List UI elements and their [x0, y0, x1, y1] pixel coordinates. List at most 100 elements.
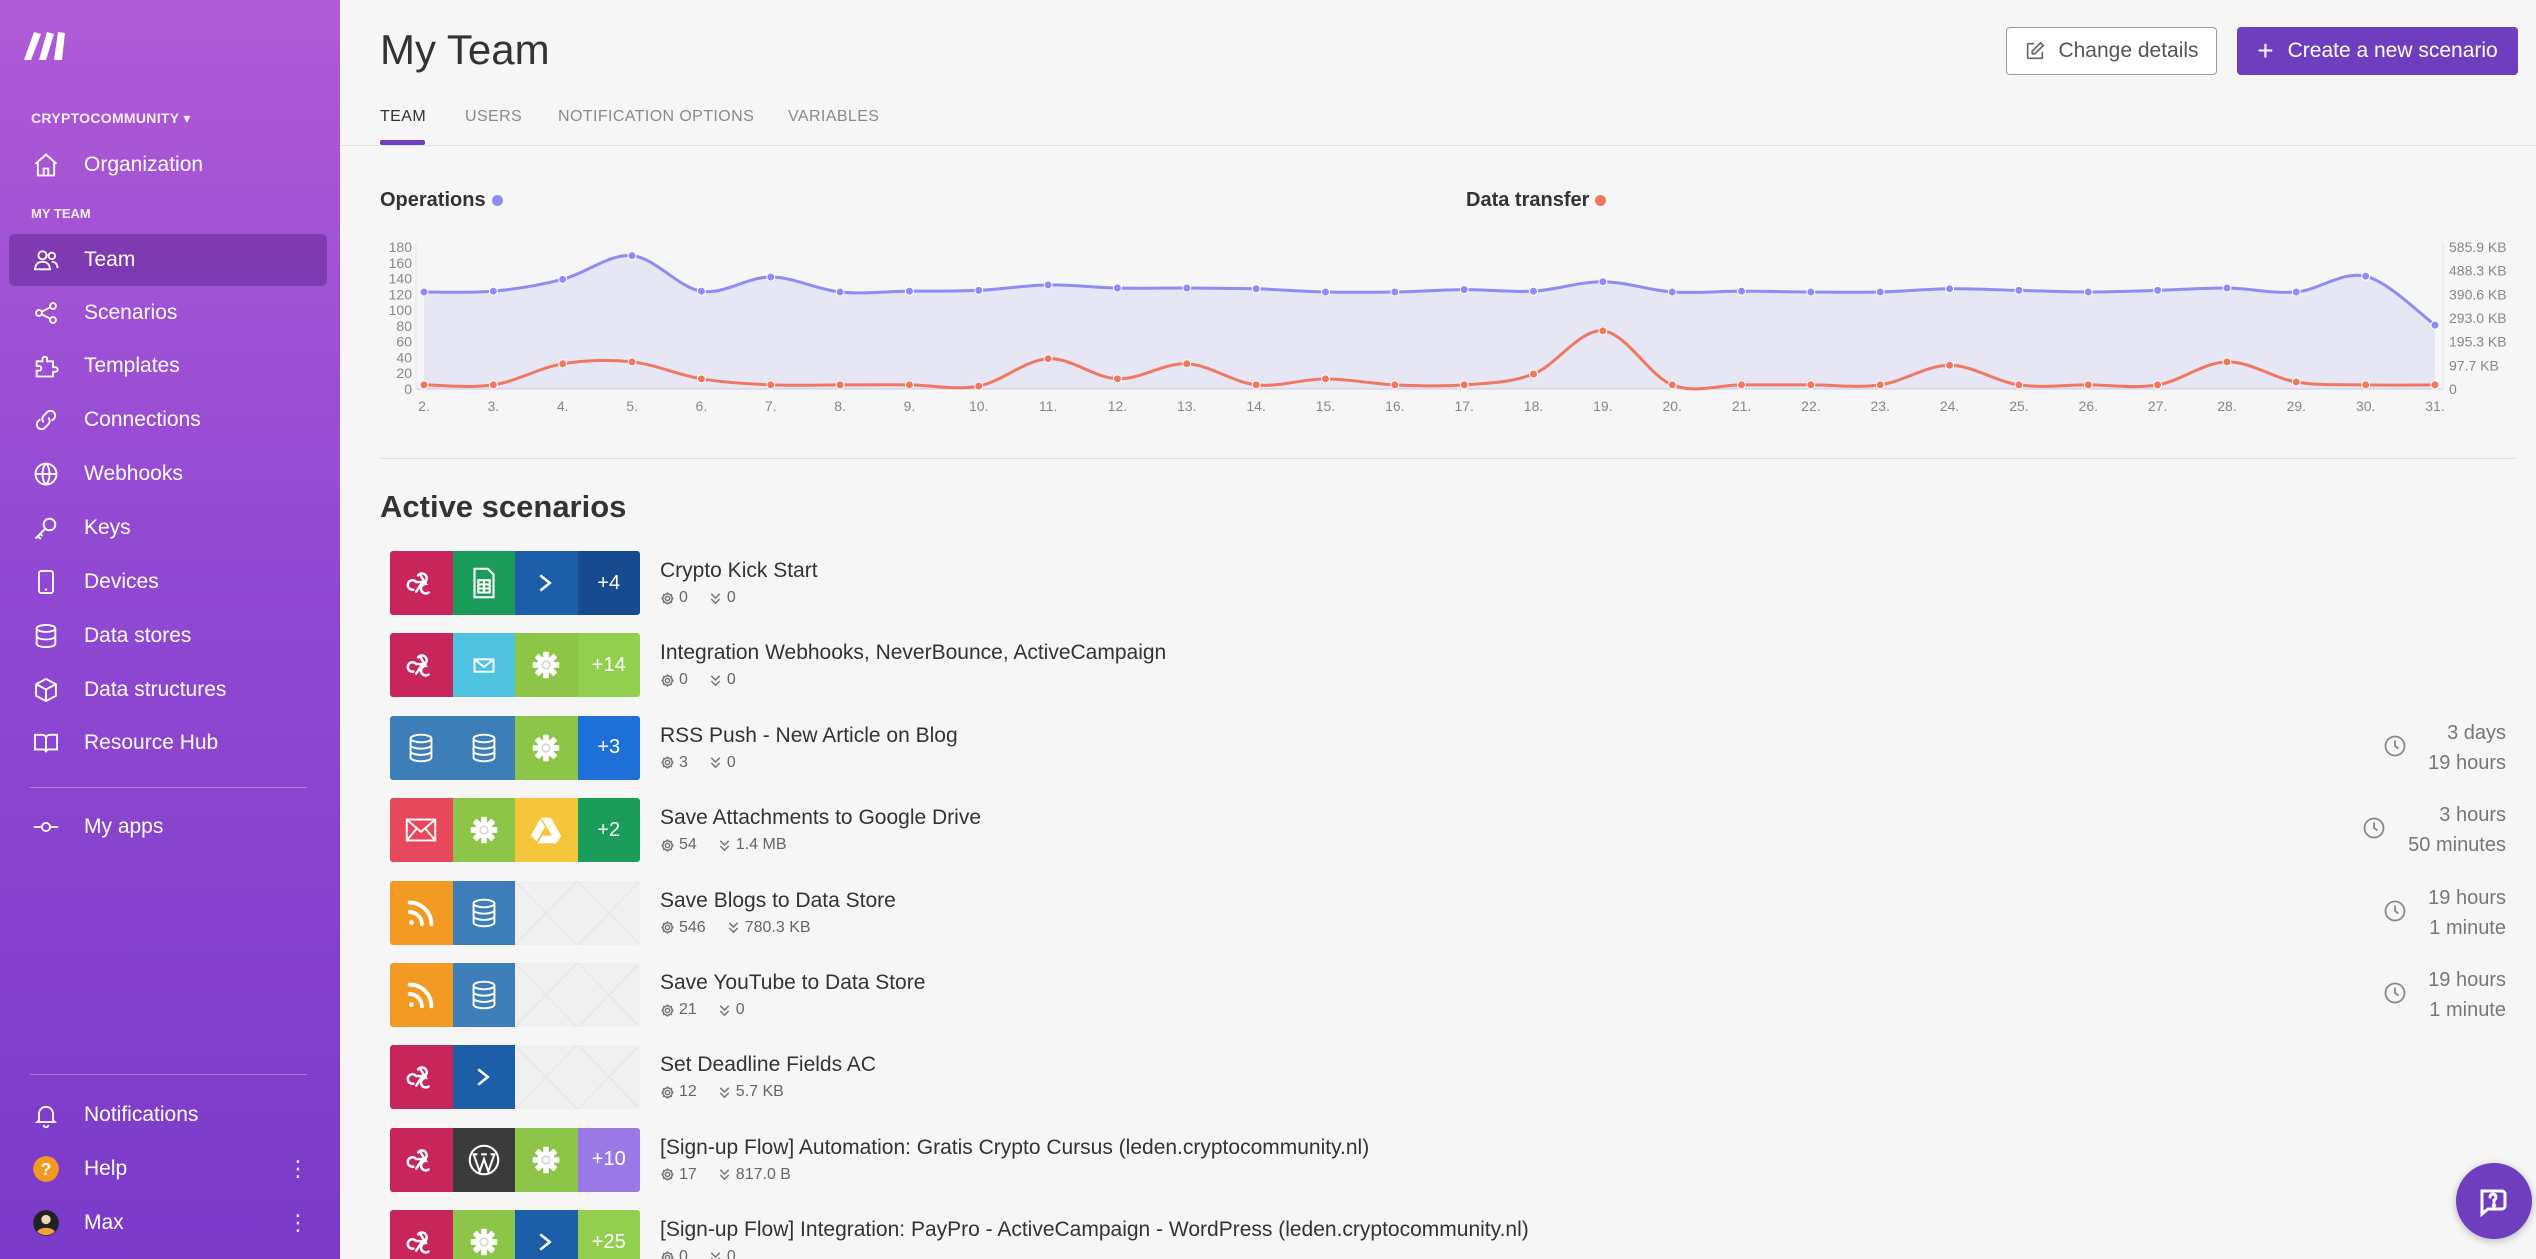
sidebar-item-organization[interactable]: Organization — [9, 139, 327, 191]
scenario-name[interactable]: RSS Push - New Article on Blog — [660, 724, 958, 748]
scenario-app-icons[interactable]: +10 — [390, 1127, 640, 1192]
data-transfer-point — [1251, 380, 1261, 390]
scenario-row[interactable]: +14 Integration Webhooks, NeverBounce, Ac… — [390, 633, 2506, 698]
scenario-row[interactable]: Set Deadline Fields AC 12 5.7 KB — [390, 1045, 2506, 1110]
data-transfer-point — [488, 380, 498, 390]
next-run-time: 3 hours 50 minutes — [2408, 800, 2506, 860]
sidebar-item-connections[interactable]: Connections — [9, 394, 327, 446]
y-right-tick-label: 195.3 KB — [2449, 334, 2507, 350]
operations-point — [558, 274, 568, 284]
sidebar-item-resource-hub[interactable]: Resource Hub — [9, 717, 327, 769]
x-tick-label: 23. — [1871, 398, 1890, 414]
y-right-tick-label: 293.0 KB — [2449, 310, 2507, 326]
sidebar-item-keys[interactable]: Keys — [9, 502, 327, 554]
data-transfer-icon — [708, 1250, 723, 1259]
empty-slot — [515, 963, 578, 1027]
data-transfer-amount: 817.0 B — [735, 1165, 791, 1183]
scenario-name[interactable]: Save Attachments to Google Drive — [660, 806, 981, 830]
org-switcher[interactable]: CRYPTOCOMMUNITY ▾ — [31, 110, 191, 127]
scenario-app-icons[interactable] — [390, 963, 640, 1027]
page-title: My Team — [380, 26, 550, 73]
help-icon: ? — [31, 1154, 61, 1184]
operations-point — [1806, 287, 1816, 297]
scenario-row[interactable]: Save YouTube to Data Store 21 0 19 hours 1 m… — [390, 963, 2506, 1027]
scenario-app-icons[interactable]: +14 — [390, 633, 640, 698]
sidebar-item-webhooks[interactable]: Webhooks — [9, 448, 327, 500]
scenario-stats: 17 817.0 B — [660, 1166, 791, 1184]
create-scenario-button[interactable]: + Create a new scenario — [2237, 27, 2518, 75]
more-vertical-icon[interactable]: ⋮ — [287, 1212, 309, 1234]
scenario-app-icons[interactable]: +3 — [390, 715, 640, 780]
clock-icon — [2362, 816, 2386, 840]
tab-users[interactable]: USERS — [465, 108, 522, 126]
scenario-name[interactable]: Crypto Kick Start — [660, 559, 818, 583]
operations-point — [1875, 287, 1885, 297]
scenario-name[interactable]: [Sign-up Flow] Automation: Gratis Crypto… — [660, 1136, 1369, 1160]
data-transfer-point — [2222, 357, 2232, 367]
y-right-tick-label: 585.9 KB — [2449, 239, 2507, 255]
scenario-name[interactable]: Integration Webhooks, NeverBounce, Activ… — [660, 641, 1166, 665]
data-transfer-point — [2153, 380, 2163, 390]
sidebar-item-notifications[interactable]: Notifications — [9, 1089, 327, 1141]
more-apps-count: +10 — [577, 1127, 640, 1192]
y-right-tick-label: 97.7 KB — [2449, 357, 2499, 373]
scenario-app-icons[interactable]: +4 — [390, 551, 640, 615]
tab-notification-options[interactable]: NOTIFICATION OPTIONS — [558, 108, 754, 126]
operations-point — [2083, 287, 2093, 297]
scenario-row[interactable]: Save Blogs to Data Store 546 780.3 KB 19 ho… — [390, 880, 2506, 945]
scenario-row[interactable]: +2 Save Attachments to Google Drive 54 1.4 … — [390, 798, 2506, 863]
next-run-primary: 19 hours — [2428, 886, 2506, 909]
sidebar-item-data-stores[interactable]: Data stores — [9, 610, 327, 662]
more-vertical-icon[interactable]: ⋮ — [287, 1158, 309, 1180]
gear-icon — [452, 1210, 515, 1259]
y-left-tick-label: 80 — [396, 318, 412, 334]
scenario-row[interactable]: +4 Crypto Kick Start 0 0 — [390, 551, 2506, 615]
sidebar-item-devices[interactable]: Devices — [9, 556, 327, 608]
operations-icon — [660, 591, 675, 606]
phone-icon — [31, 567, 61, 597]
scenario-name[interactable]: Set Deadline Fields AC — [660, 1053, 876, 1077]
rss-icon — [390, 880, 453, 945]
scenario-app-icons[interactable] — [390, 880, 640, 945]
scenario-name[interactable]: [Sign-up Flow] Integration: PayPro - Act… — [660, 1218, 1529, 1242]
help-chat-button[interactable] — [2456, 1163, 2532, 1239]
x-tick-label: 10. — [969, 398, 988, 414]
active-scenarios-heading: Active scenarios — [380, 489, 627, 524]
y-right-tick-label: 0 — [2449, 381, 2457, 397]
usage-chart: Operations Data transfer 0 20 40 60 80 100 120… — [340, 147, 2536, 458]
operations-icon — [660, 1085, 675, 1100]
create-scenario-label: Create a new scenario — [2287, 39, 2498, 62]
sidebar-item-user[interactable]: Max ⋮ — [9, 1197, 327, 1249]
scenario-name[interactable]: Save Blogs to Data Store — [660, 889, 896, 913]
sidebar-item-my-apps[interactable]: My apps — [9, 801, 327, 853]
data-transfer-point — [419, 380, 429, 390]
sidebar-item-data-structures[interactable]: Data structures — [9, 664, 327, 716]
sidebar-item-templates[interactable]: Templates — [9, 340, 327, 392]
sidebar-item-scenarios[interactable]: Scenarios — [9, 287, 327, 339]
scenario-app-icons[interactable]: +25 — [390, 1210, 640, 1259]
make-logo-icon[interactable] — [22, 28, 68, 62]
home-icon — [31, 150, 61, 180]
sidebar-item-help[interactable]: ? Help ⋮ — [9, 1143, 327, 1195]
share-icon — [31, 298, 61, 328]
y-left-tick-label: 100 — [389, 302, 413, 318]
data-transfer-point — [2014, 380, 2024, 390]
change-details-button[interactable]: Change details — [2006, 27, 2217, 75]
data-transfer-point — [904, 380, 914, 390]
empty-slot — [577, 1045, 640, 1110]
scenario-app-icons[interactable]: +2 — [390, 798, 640, 863]
sidebar-item-label: Templates — [84, 354, 180, 377]
sidebar-item-team[interactable]: Team — [9, 234, 327, 286]
scenario-row[interactable]: +10 [Sign-up Flow] Automation: Gratis Cry… — [390, 1127, 2506, 1192]
scenario-row[interactable]: +3 RSS Push - New Article on Blog 3 0 3 days… — [390, 715, 2506, 780]
drive-icon — [515, 798, 578, 863]
scenario-name[interactable]: Save YouTube to Data Store — [660, 971, 925, 995]
mail-icon — [390, 798, 453, 863]
tab-variables[interactable]: VARIABLES — [788, 108, 879, 126]
scenario-app-icons[interactable] — [390, 1045, 640, 1110]
tab-team[interactable]: TEAM — [380, 108, 426, 126]
operations-count: 3 — [679, 753, 688, 771]
next-run-primary: 19 hours — [2428, 969, 2506, 991]
empty-slot — [577, 880, 640, 945]
scenario-row[interactable]: +25 [Sign-up Flow] Integration: PayPro - … — [390, 1210, 2506, 1259]
